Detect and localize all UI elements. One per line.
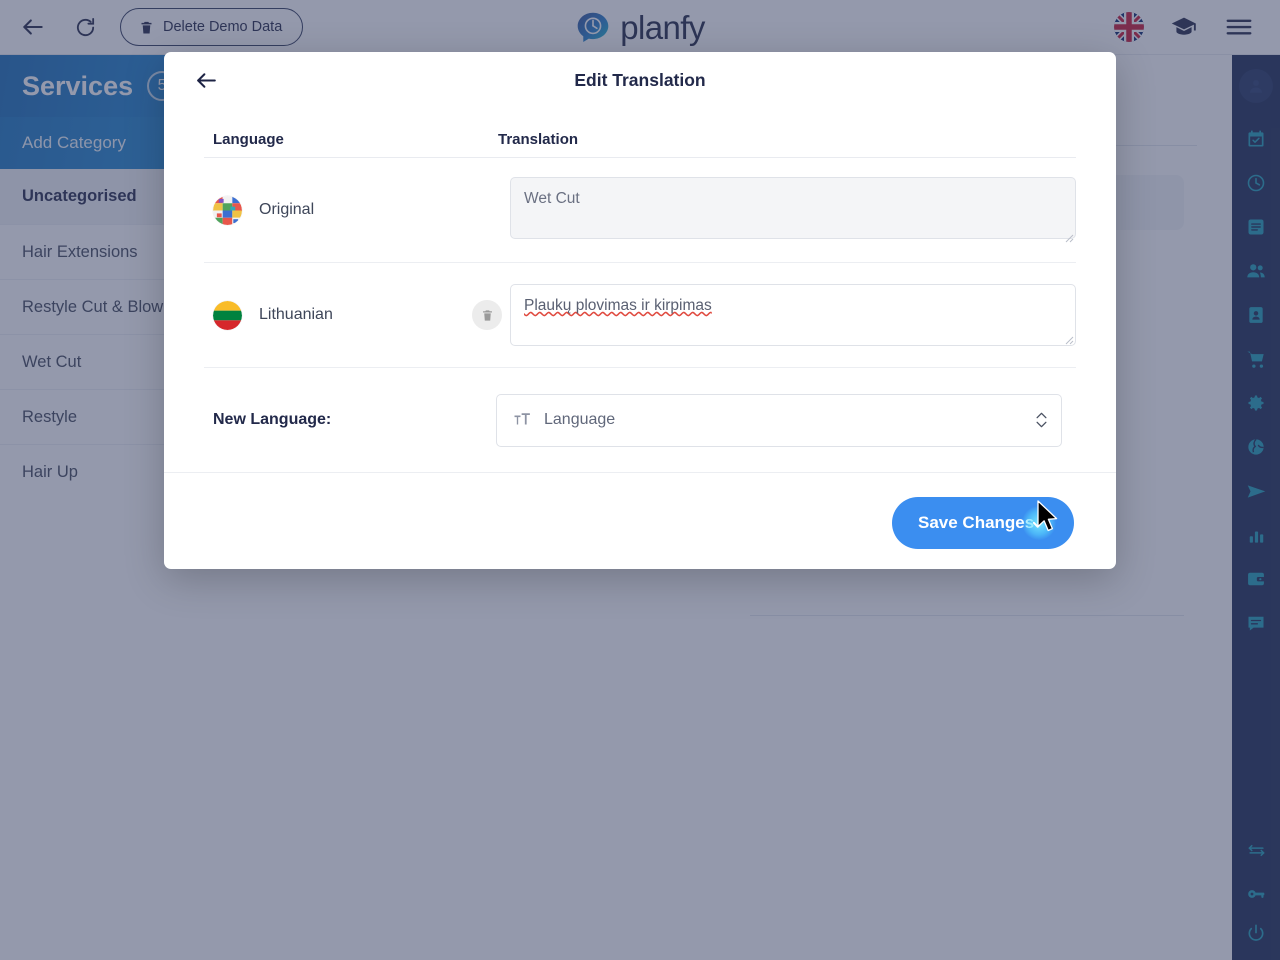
chevron-up-icon [1036, 412, 1047, 419]
translation-lithuanian-textarea[interactable]: Plaukų plovimas ir kirpimas [510, 284, 1076, 346]
language-cell-lithuanian: Lithuanian [204, 300, 464, 330]
translation-original-textarea[interactable] [510, 176, 1076, 239]
modal-footer: Save Changes [164, 472, 1116, 572]
page-title: Edit Translation [574, 69, 706, 90]
edit-translation-modal: Edit Translation Language Translation Or… [164, 52, 1116, 569]
table-header-row: Language Translation [204, 108, 1076, 158]
textarea-wrapper [510, 176, 1076, 244]
lithuania-flag-glyph [213, 300, 242, 330]
translation-cell-lithuanian: Plaukų plovimas ir kirpimas [510, 284, 1076, 346]
textarea-wrapper: Plaukų plovimas ir kirpimas [510, 284, 1076, 346]
world-flags-mosaic-icon [213, 195, 242, 225]
table-row: Original [204, 158, 1076, 263]
chevron-down-icon [1036, 421, 1047, 428]
modal-header: Edit Translation [164, 52, 1116, 108]
save-changes-label: Save Changes [918, 512, 1035, 532]
modal-back-button[interactable] [188, 62, 224, 98]
arrow-left-icon [196, 72, 216, 88]
column-header-translation: Translation [498, 131, 579, 148]
translation-lithuanian-value: Plaukų plovimas ir kirpimas [524, 297, 712, 314]
new-language-label: New Language: [213, 411, 332, 428]
world-flags-mosaic-glyph [213, 195, 242, 225]
language-name: Lithuanian [259, 306, 333, 323]
translation-cell-original [510, 176, 1076, 244]
new-language-row: New Language: Language [204, 368, 1076, 472]
check-circle-icon [1022, 505, 1056, 540]
text-size-icon [513, 411, 531, 429]
language-cell-original: Original [204, 195, 464, 225]
table-row: Lithuanian Plaukų plovimas ir kirpimas [204, 263, 1076, 368]
modal-body: Language Translation Original Wet Cut Li… [164, 108, 1116, 472]
save-changes-button[interactable]: Save Changes [892, 496, 1074, 549]
text-size-glyph [514, 413, 530, 425]
delete-cell [464, 300, 510, 330]
lithuania-flag-icon [213, 300, 242, 330]
chevron-up-down-icon[interactable] [1036, 412, 1047, 428]
column-header-language: Language [213, 131, 284, 148]
new-language-select[interactable]: Language [496, 393, 1062, 447]
new-language-placeholder: Language [544, 411, 616, 428]
trash-icon [482, 309, 492, 321]
language-name: Original [259, 201, 315, 218]
delete-translation-button[interactable] [472, 300, 502, 330]
check-glyph [1032, 517, 1046, 528]
